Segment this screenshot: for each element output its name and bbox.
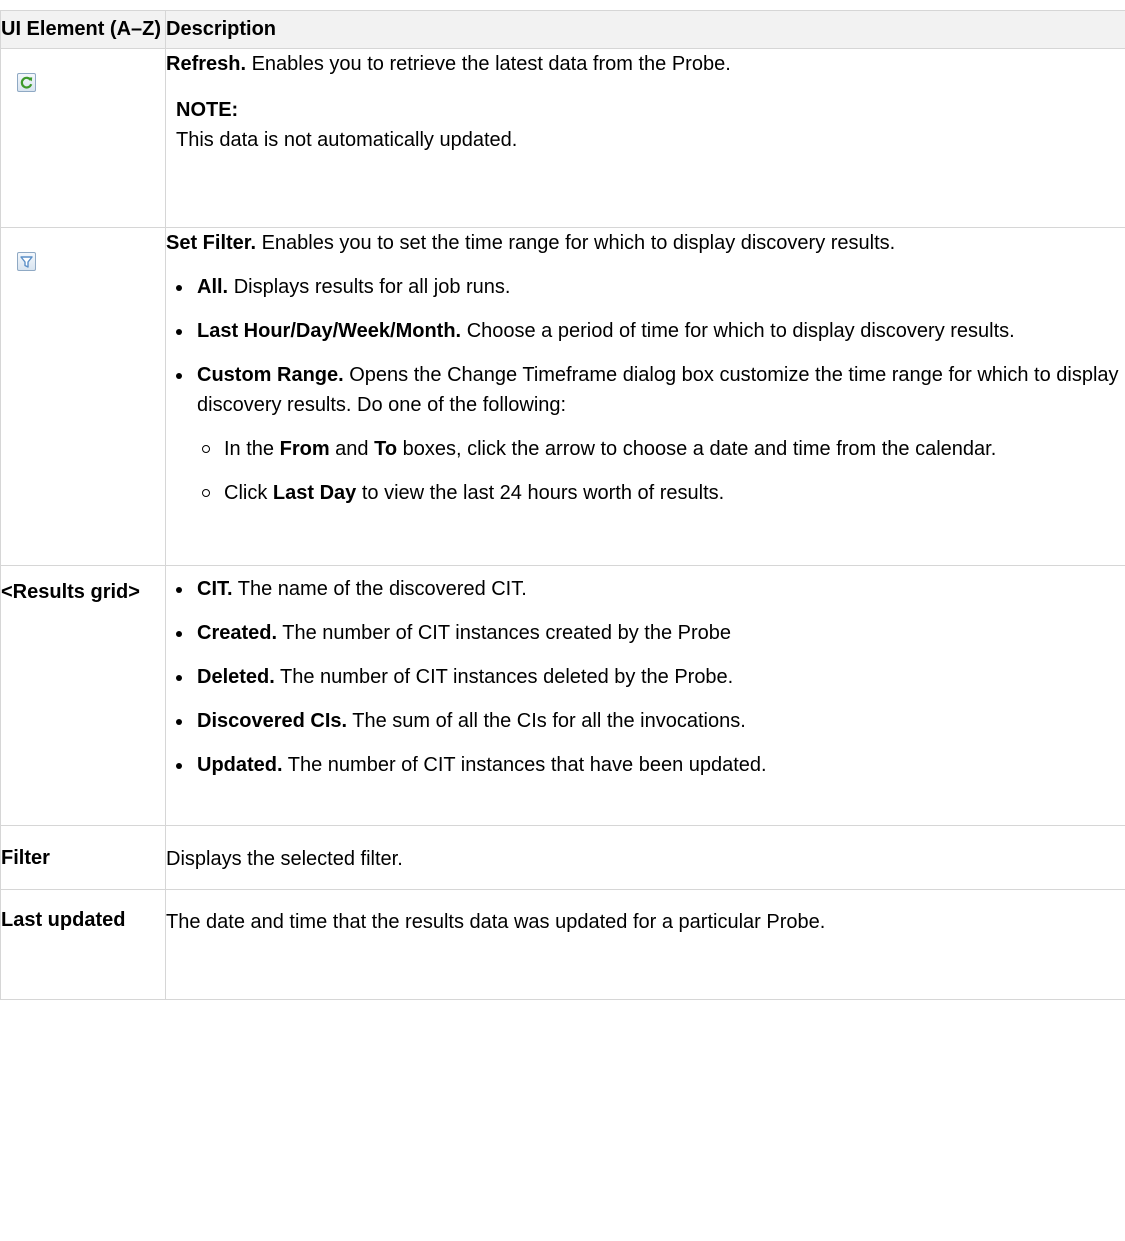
note-text: This data is not automatically updated.: [176, 129, 518, 151]
item-text: The number of CIT instances deleted by t…: [280, 666, 734, 688]
custom-range-sublist: In the From and To boxes, click the arro…: [197, 434, 1125, 508]
list-item: Custom Range. Opens the Change Timeframe…: [166, 360, 1125, 508]
set-filter-text: Enables you to set the time range for wh…: [261, 232, 896, 254]
sub-bold: Last Day: [272, 482, 357, 504]
ui-elements-table: UI Element (A–Z) Description Refresh. En…: [0, 10, 1125, 1000]
filter-description: Displays the selected filter.: [165, 825, 1125, 890]
list-item: Last Hour/Day/Week/Month. Choose a perio…: [166, 316, 1125, 346]
results-grid-name: <Results grid>: [0, 565, 166, 826]
list-item: Created. The number of CIT instances cre…: [166, 618, 1125, 648]
set-filter-title: Set Filter.: [166, 232, 257, 254]
table-row-results-grid: <Results grid> CIT. The name of the disc…: [0, 565, 1125, 826]
option-title: Last Hour/Day/Week/Month.: [197, 320, 462, 342]
filter-name: Filter: [0, 825, 166, 890]
results-grid-description: CIT. The name of the discovered CIT. Cre…: [165, 565, 1125, 826]
sub-text: Click: [224, 482, 268, 504]
header-ui-element: UI Element (A–Z): [0, 10, 166, 49]
item-text: The number of CIT instances created by t…: [282, 622, 731, 644]
refresh-text: Enables you to retrieve the latest data …: [251, 53, 731, 75]
sub-text: In the: [224, 438, 275, 460]
table-row-filter: Filter Displays the selected filter.: [0, 825, 1125, 890]
refresh-description: Refresh. Enables you to retrieve the lat…: [165, 48, 1125, 228]
set-filter-description: Set Filter. Enables you to set the time …: [165, 227, 1125, 566]
item-title: Created.: [197, 622, 278, 644]
table-row-refresh: Refresh. Enables you to retrieve the lat…: [0, 48, 1125, 228]
list-item: Deleted. The number of CIT instances del…: [166, 662, 1125, 692]
item-title: Discovered CIs.: [197, 710, 348, 732]
table-row-last-updated: Last updated The date and time that the …: [0, 889, 1125, 1000]
results-grid-list: CIT. The name of the discovered CIT. Cre…: [166, 574, 1125, 780]
refresh-icon-cell: [0, 48, 166, 228]
option-text: Displays results for all job runs.: [233, 276, 511, 298]
refresh-note: NOTE: This data is not automatically upd…: [176, 97, 1125, 157]
item-title: Deleted.: [197, 666, 275, 688]
table-header-row: UI Element (A–Z) Description: [0, 10, 1125, 49]
item-text: The number of CIT instances that have be…: [287, 754, 767, 776]
list-item: CIT. The name of the discovered CIT.: [166, 574, 1125, 604]
list-item: Discovered CIs. The sum of all the CIs f…: [166, 706, 1125, 736]
list-item: All. Displays results for all job runs.: [166, 272, 1125, 302]
refresh-icon: [17, 73, 36, 92]
last-updated-name: Last updated: [0, 889, 166, 1000]
filter-icon-cell: [0, 227, 166, 566]
table-row-set-filter: Set Filter. Enables you to set the time …: [0, 227, 1125, 566]
option-text: Choose a period of time for which to dis…: [466, 320, 1015, 342]
sub-bold: From: [279, 438, 330, 460]
page: UI Element (A–Z) Description Refresh. En…: [0, 0, 1125, 1241]
item-title: CIT.: [197, 578, 233, 600]
refresh-title: Refresh.: [166, 53, 247, 75]
sub-bold: To: [374, 438, 398, 460]
sub-text: to view the last 24 hours worth of resul…: [361, 482, 725, 504]
last-updated-description: The date and time that the results data …: [165, 889, 1125, 1000]
header-description: Description: [165, 10, 1125, 49]
filter-icon: [17, 252, 36, 271]
item-text: The sum of all the CIs for all the invoc…: [352, 710, 746, 732]
sub-text: and: [335, 438, 369, 460]
sub-text: boxes, click the arrow to choose a date …: [402, 438, 997, 460]
option-title: All.: [197, 276, 229, 298]
note-title: NOTE:: [176, 99, 239, 121]
sub-list-item: Click Last Day to view the last 24 hours…: [197, 478, 1125, 508]
item-title: Updated.: [197, 754, 283, 776]
list-item: Updated. The number of CIT instances tha…: [166, 750, 1125, 780]
sub-list-item: In the From and To boxes, click the arro…: [197, 434, 1125, 464]
item-text: The name of the discovered CIT.: [237, 578, 527, 600]
option-title: Custom Range.: [197, 364, 344, 386]
filter-options-list: All. Displays results for all job runs. …: [166, 272, 1125, 508]
